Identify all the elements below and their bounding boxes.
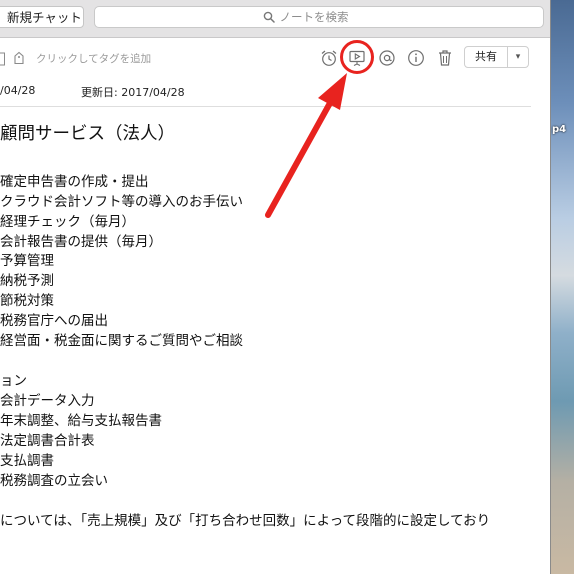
list-item[interactable]: 節税対策 [0, 291, 54, 311]
footer-paragraph[interactable]: については、「売上規模」及び「打ち合わせ回数」によって段階的に設定しており [0, 511, 490, 531]
share-dropdown-icon[interactable]: ▾ [508, 47, 528, 67]
search-icon [263, 8, 275, 27]
created-date: /04/28 [0, 84, 36, 97]
desktop-file-label[interactable]: p4 [552, 124, 566, 135]
header-divider [0, 106, 531, 107]
list-item[interactable]: クラウド会計ソフト等の導入のお手伝い [0, 192, 243, 212]
note-header: クリックしてタグを追加 共有 ▾ [0, 38, 550, 78]
note-title[interactable]: 顧問サービス（法人） [0, 120, 175, 145]
list-item[interactable]: 税務調査の立会い [0, 471, 108, 491]
list-item[interactable]: 確定申告書の作成・提出 [0, 172, 149, 192]
desktop-background: p4 [550, 0, 574, 574]
add-tag-prompt[interactable]: クリックしてタグを追加 [36, 51, 151, 66]
list-item[interactable]: 予算管理 [0, 251, 54, 271]
tag-icon[interactable] [13, 50, 25, 69]
list-item[interactable]: 会計報告書の提供（毎月） [0, 232, 162, 252]
alarm-clock-icon[interactable] [319, 48, 339, 68]
list-item[interactable]: 年末調整、給与支払報告書 [0, 411, 162, 431]
share-button[interactable]: 共有 ▾ [464, 46, 529, 68]
updated-date: 更新日: 2017/04/28 [81, 86, 185, 99]
notebook-icon[interactable] [0, 51, 6, 70]
list-item[interactable]: 経営面・税金面に関するご質問やご相談 [0, 331, 243, 351]
search-field[interactable] [94, 6, 544, 28]
list-item[interactable]: 会計データ入力 [0, 391, 95, 411]
search-input[interactable] [279, 8, 376, 26]
window-toolbar: 新規チャット [0, 0, 550, 38]
share-button-label[interactable]: 共有 [465, 47, 508, 67]
at-sign-icon[interactable] [377, 48, 397, 68]
list-item[interactable]: 納税予測 [0, 271, 54, 291]
trash-icon[interactable] [435, 48, 455, 68]
list-item[interactable]: 法定調書合計表 [0, 431, 95, 451]
list-item[interactable]: 税務官庁への届出 [0, 311, 108, 331]
note-window: 新規チャット クリックしてタグを追加 [0, 0, 551, 574]
section-heading[interactable]: ョン [0, 371, 27, 391]
list-item[interactable]: 経理チェック（毎月） [0, 212, 135, 232]
presentation-mode-icon[interactable] [347, 48, 367, 68]
info-icon[interactable] [406, 48, 426, 68]
list-item[interactable]: 支払調書 [0, 451, 54, 471]
new-chat-button[interactable]: 新規チャット [0, 6, 84, 28]
